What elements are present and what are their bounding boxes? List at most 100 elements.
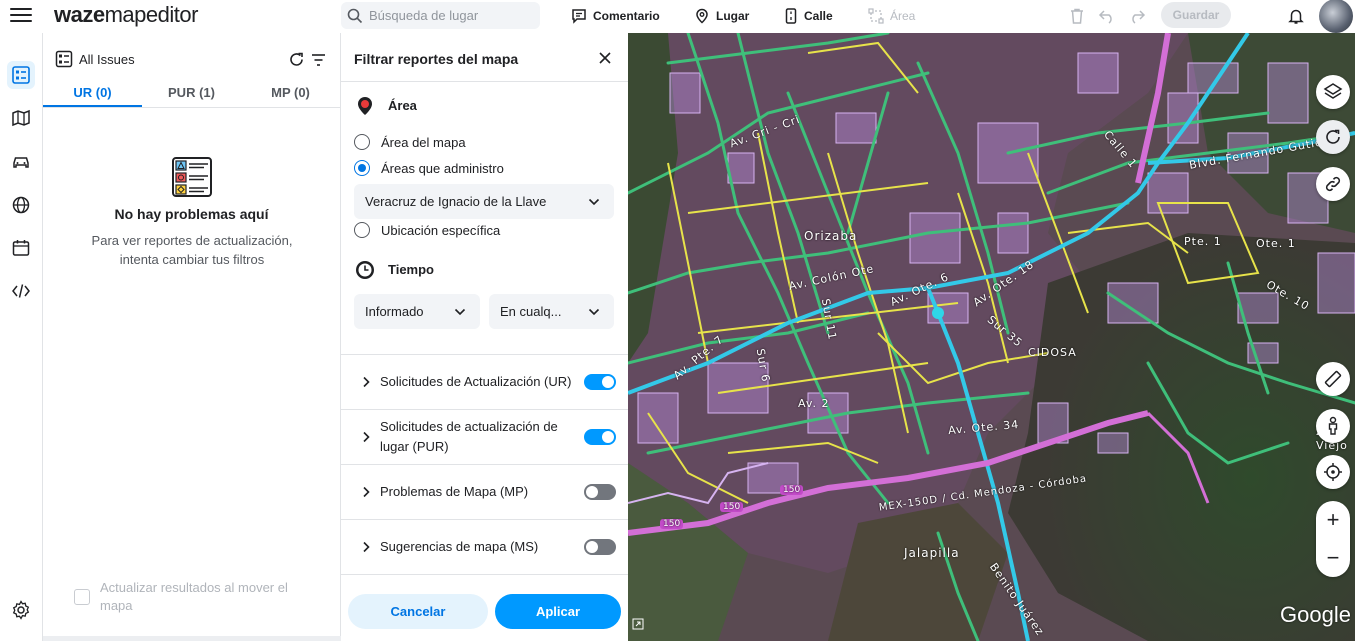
map-label-av-2: Av. 2 [798,397,830,410]
map-canvas[interactable]: Orizaba Jalapilla CIDOSA Zoo Viejo Av. C… [628,33,1355,641]
measure-button[interactable] [1316,362,1350,396]
radio-button[interactable] [354,160,370,176]
toggle-row-mp[interactable]: Problemas de Mapa (MP) [341,465,628,520]
zoom-in-button[interactable]: + [1316,501,1350,539]
radio-map-area[interactable]: Área del mapa [354,134,466,150]
map-label-pte-1: Pte. 1 [1184,235,1222,248]
time-range-select[interactable]: En cualq... [489,294,614,329]
radio-specific-location[interactable]: Ubicación específica [354,222,500,238]
empty-list-illustration-icon [172,157,212,197]
toggle-switch-ur[interactable] [584,374,616,390]
toggle-label: Problemas de Mapa (MP) [380,484,529,499]
toggle-switch-ms[interactable] [584,539,616,555]
refresh-on-move-option: Actualizar resultados al mover el mapa [74,579,300,615]
time-type-select[interactable]: Informado [354,294,480,329]
toggle-row-pur[interactable]: Solicitudes de actualización de lugar (P… [341,410,628,465]
search-input[interactable] [369,8,529,23]
search-box[interactable] [341,2,540,29]
refresh-icon[interactable] [288,51,305,68]
radio-managed-areas[interactable]: Áreas que administro [354,160,504,176]
comment-label: Comentario [593,9,660,23]
area-button[interactable]: Área [868,6,915,26]
map-label-ote-1: Ote. 1 [1256,237,1296,250]
highway-shield-150: 150 [720,502,744,512]
zoom-out-button[interactable]: − [1316,539,1350,577]
issues-panel: All Issues UR (0) PUR (1) MP (0) No hay … [43,33,341,636]
rail-global[interactable] [7,191,35,219]
time-section-title: Tiempo [388,262,434,277]
locate-me-button[interactable] [1316,455,1350,489]
radio-button[interactable] [354,222,370,238]
area-select[interactable]: Veracruz de Ignacio de la Llave [354,184,614,219]
chevron-down-icon [454,308,466,315]
tab-pur[interactable]: PUR (1) [142,85,241,100]
radio-label: Áreas que administro [381,160,504,176]
area-icon [868,8,884,24]
apply-button[interactable]: Aplicar [495,594,621,629]
user-avatar[interactable] [1319,0,1353,33]
layers-button[interactable] [1316,75,1350,109]
chevron-right-icon [363,376,370,388]
app-logo: wazemapeditor [54,2,198,27]
redo-icon[interactable] [1128,7,1146,25]
map-label-cidosa: CIDOSA [1028,346,1077,359]
tab-ur[interactable]: UR (0) [43,85,142,100]
toggle-label: Solicitudes de Actualización (UR) [380,374,572,389]
toggle-switch-pur[interactable] [584,429,616,445]
toggle-row-ms[interactable]: Sugerencias de mapa (MS) [341,520,628,575]
panel-footer-strip [43,636,341,641]
rail-issues[interactable] [7,61,35,89]
toggle-switch-mp[interactable] [584,484,616,500]
permalink-button[interactable] [1316,167,1350,201]
chevron-right-icon [363,486,370,498]
empty-state-title: No hay problemas aquí [114,206,269,222]
tab-mp[interactable]: MP (0) [241,85,340,100]
toggle-row-ur[interactable]: Solicitudes de Actualización (UR) [341,355,628,410]
street-button[interactable]: Calle [784,6,833,26]
filter-header: Filtrar reportes del mapa [341,33,628,82]
area-select-value: Veracruz de Ignacio de la Llave [365,194,547,209]
car-icon [13,157,29,168]
rail-events[interactable] [7,234,35,262]
pegman-icon [1328,416,1338,435]
save-button[interactable]: Guardar [1161,2,1231,28]
rail-scripts[interactable] [7,277,35,305]
close-icon[interactable] [597,50,613,66]
notification-bell-icon[interactable] [1287,7,1305,25]
area-pin-icon [358,97,372,115]
radio-button[interactable] [354,134,370,150]
gear-icon [12,600,30,620]
chevron-down-icon [588,308,600,315]
filter-icon[interactable] [311,53,326,67]
issues-header: All Issues [55,50,135,68]
rail-settings[interactable] [7,596,35,624]
comment-button[interactable]: Comentario [571,6,660,26]
place-pin-icon [696,8,708,24]
map-book-icon [12,109,30,127]
reload-map-button[interactable] [1316,120,1350,154]
satellite-map-layer [628,33,1355,641]
rail-map-layers[interactable] [7,104,35,132]
area-label: Área [890,9,916,23]
chevron-right-icon [363,431,370,443]
street-view-button[interactable] [1316,409,1350,443]
top-bar: wazemapeditor Comentario Lugar Calle Áre… [0,0,1355,33]
place-button[interactable]: Lugar [694,6,749,26]
zoom-controls: + − [1316,501,1350,577]
trash-icon[interactable] [1068,7,1086,25]
ruler-icon [1324,370,1342,388]
refresh-on-move-checkbox[interactable] [74,589,90,605]
expand-icon[interactable] [632,618,644,630]
filter-panel: Filtrar reportes del mapa Área Área del … [341,33,628,641]
globe-icon [12,196,30,214]
issues-title: All Issues [79,51,135,67]
rail-drives[interactable] [7,147,35,175]
cancel-button[interactable]: Cancelar [348,594,488,629]
highway-shield-150: 150 [780,485,804,495]
undo-icon[interactable] [1098,7,1116,25]
clock-icon [356,261,374,279]
empty-state-text: Para ver reportes de actualización, inte… [91,233,293,267]
toggle-label: Solicitudes de actualización de lugar (P… [380,419,558,454]
issues-list-icon [55,50,73,68]
menu-icon[interactable] [10,8,32,24]
